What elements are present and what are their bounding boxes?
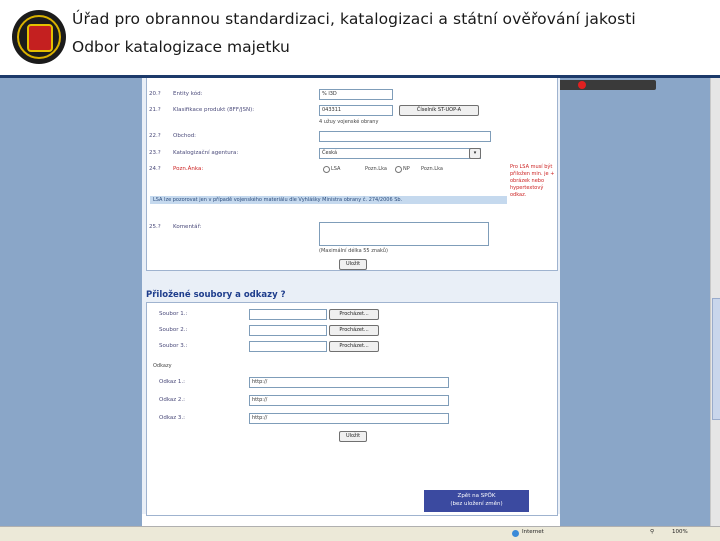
back-to-spok-button[interactable]: Zpět na SPÖK (bez uložení změn) <box>424 490 529 512</box>
radio-np[interactable] <box>395 166 402 173</box>
field-24-label: Pozn.Ánka: <box>173 166 204 172</box>
globe-icon <box>512 530 519 537</box>
link-3-label: Odkaz 3.: <box>159 415 186 421</box>
radio-lsa[interactable] <box>323 166 330 173</box>
catalog-form-panel: 20.? Entity kód: % l3D 21.? Klasifikace … <box>146 78 558 271</box>
file-3-label: Soubor 3.: <box>159 343 188 349</box>
file-3-input[interactable] <box>249 341 327 352</box>
file-2-browse-button[interactable]: Procházet... <box>329 325 379 336</box>
radio-np-note: Pozn.Lka <box>421 166 443 172</box>
attachments-panel: Soubor 1.: Procházet... Soubor 2.: Proch… <box>146 302 558 516</box>
attachments-title: Přiložené soubory a odkazy ? <box>146 290 286 300</box>
page-background-left <box>0 78 142 526</box>
page-background-right <box>560 78 710 526</box>
lsa-info-bar: LSA lze pozorovat jen v případě vojenské… <box>150 196 507 204</box>
file-2-input[interactable] <box>249 325 327 336</box>
radio-lsa-note: Pozn.Lka <box>365 166 387 172</box>
browser-status-bar: Internet ⚲ 100% <box>0 526 720 541</box>
radio-lsa-label: LSA <box>331 166 341 172</box>
field-22-label: Obchod: <box>173 133 197 139</box>
field-25-label: Komentář: <box>173 224 202 230</box>
form-column: 20.? Entity kód: % l3D 21.? Klasifikace … <box>142 78 560 516</box>
security-zone-label: Internet <box>522 529 544 535</box>
codebook-button[interactable]: Číselník ST-UOP-A <box>399 105 479 116</box>
trade-name-input[interactable] <box>319 131 491 142</box>
field-23-number: 23.? <box>149 150 161 156</box>
file-1-input[interactable] <box>249 309 327 320</box>
classification-note: 4 užuy vojenské obrany <box>319 119 379 125</box>
field-24-number: 24.? <box>149 166 161 172</box>
zoom-icon[interactable]: ⚲ <box>650 529 654 535</box>
field-21-label: Klasifikace produkt (8FF/JSN): <box>173 107 255 113</box>
header-title: Úřad pro obrannou standardizaci, katalog… <box>72 10 636 28</box>
header-banner: Úřad pro obrannou standardizaci, katalog… <box>0 0 720 78</box>
comment-textarea[interactable] <box>319 222 489 246</box>
lsa-requirement-note: Pro LSA musí být přiložen min. je + obrá… <box>510 164 555 198</box>
link-3-input[interactable]: http:// <box>249 413 449 424</box>
file-1-browse-button[interactable]: Procházet... <box>329 309 379 320</box>
save-button[interactable]: Uložit <box>339 259 367 270</box>
field-20-number: 20.? <box>149 91 161 97</box>
file-2-label: Soubor 2.: <box>159 327 188 333</box>
field-23-label: Katalogizační agentura: <box>173 150 239 156</box>
classification-input[interactable]: 043311 <box>319 105 393 116</box>
field-22-number: 22.? <box>149 133 161 139</box>
field-20-label: Entity kód: <box>173 91 203 97</box>
agency-select[interactable]: Česká <box>319 148 481 159</box>
links-caption: Odkazy <box>153 363 172 369</box>
field-25-number: 25.? <box>149 224 161 230</box>
zoom-level[interactable]: 100% <box>672 529 688 535</box>
record-icon <box>578 81 586 89</box>
link-2-input[interactable]: http:// <box>249 395 449 406</box>
attachments-save-button[interactable]: Uložit <box>339 431 367 442</box>
link-1-input[interactable]: http:// <box>249 377 449 388</box>
back-to-spok-label: Zpět na SPÖK <box>457 493 496 499</box>
entity-code-input[interactable]: % l3D <box>319 89 393 100</box>
chevron-down-icon[interactable]: ▾ <box>469 148 481 159</box>
field-21-number: 21.? <box>149 107 161 113</box>
vertical-scrollbar[interactable] <box>710 78 720 526</box>
comment-length-note: (Maximální délka 55 znaků) <box>319 248 388 254</box>
file-3-browse-button[interactable]: Procházet... <box>329 341 379 352</box>
agency-logo <box>12 10 66 64</box>
header-subtitle: Odbor katalogizace majetku <box>72 38 290 56</box>
link-1-label: Odkaz 1.: <box>159 379 186 385</box>
file-1-label: Soubor 1.: <box>159 311 188 317</box>
logo-shield <box>27 24 53 52</box>
scrollbar-thumb[interactable] <box>712 298 720 420</box>
back-to-spok-sublabel: (bez uložení změn) <box>450 501 503 507</box>
link-2-label: Odkaz 2.: <box>159 397 186 403</box>
radio-np-label: NP <box>403 166 410 172</box>
